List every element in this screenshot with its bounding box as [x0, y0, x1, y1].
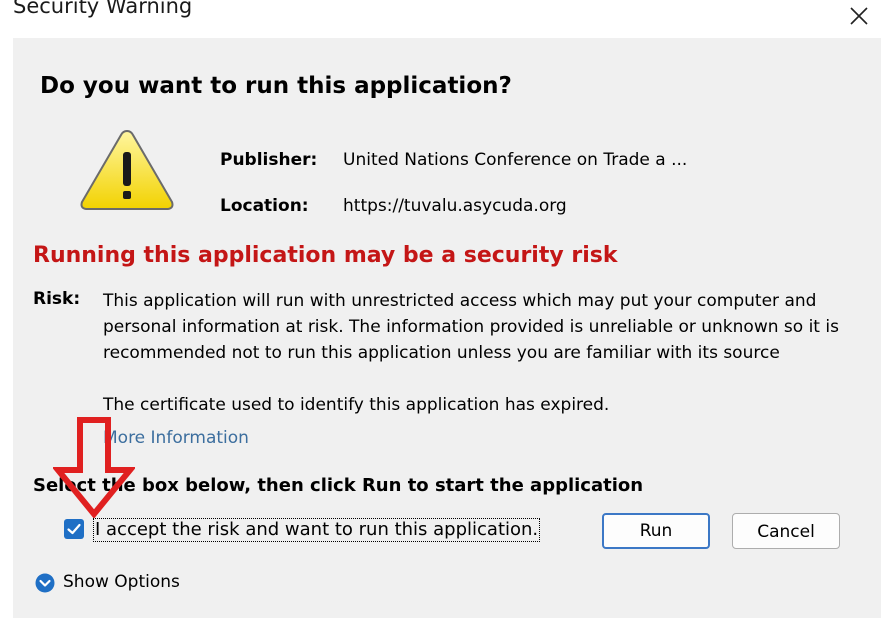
close-icon[interactable]: [845, 2, 873, 30]
certificate-expired-text: The certificate used to identify this ap…: [103, 395, 610, 415]
warning-triangle-icon: [80, 129, 174, 210]
cancel-button[interactable]: Cancel: [732, 513, 840, 549]
publisher-value: United Nations Conference on Trade a ...: [343, 150, 688, 170]
red-arrow-down-icon: [53, 417, 135, 518]
accept-risk-checkbox[interactable]: [64, 519, 84, 539]
chevron-down-circle-icon[interactable]: [35, 573, 55, 593]
window-title: Security Warning: [13, 0, 193, 18]
location-label: Location:: [220, 196, 309, 216]
location-value: https://tuvalu.asycuda.org: [343, 196, 567, 216]
accept-risk-label[interactable]: I accept the risk and want to run this a…: [93, 518, 541, 542]
checkmark-icon: [67, 523, 81, 535]
title-bar: Security Warning: [13, 0, 881, 38]
security-warning-dialog: Security Warning Do you want to run this…: [13, 0, 881, 618]
dialog-heading: Do you want to run this application?: [40, 73, 512, 99]
risk-heading: Running this application may be a securi…: [33, 243, 618, 268]
run-button[interactable]: Run: [602, 513, 710, 549]
publisher-label: Publisher:: [220, 150, 318, 170]
show-options-link[interactable]: Show Options: [63, 572, 180, 592]
risk-description: This application will run with unrestric…: [103, 291, 839, 363]
risk-label: Risk:: [33, 289, 81, 309]
